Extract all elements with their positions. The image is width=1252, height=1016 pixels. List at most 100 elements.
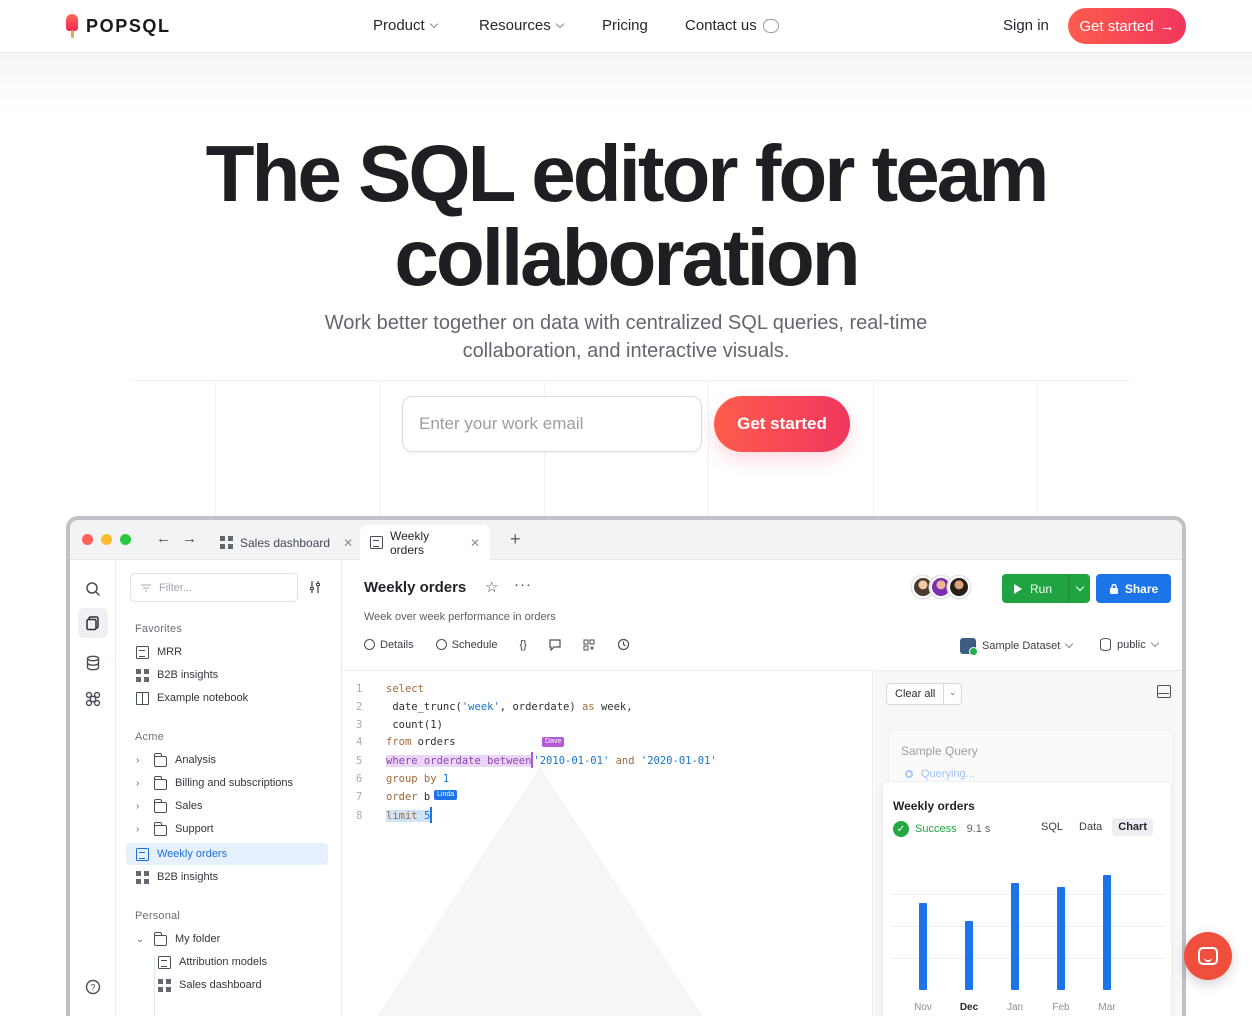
tab-label: Sales dashboard	[240, 535, 331, 550]
sidebar-item-label: My folder	[175, 933, 221, 945]
close-tab-icon[interactable]: ✕	[343, 536, 353, 550]
chart-bar[interactable]	[1057, 886, 1065, 990]
chart-bar[interactable]	[1011, 883, 1019, 990]
integrations-icon[interactable]	[82, 688, 104, 710]
document-icon	[370, 536, 383, 549]
sidebar-item-b2b-insights-acme[interactable]: B2B insights	[126, 866, 328, 888]
nav-pricing[interactable]: Pricing	[602, 17, 648, 34]
sidebar-item-b2b-insights[interactable]: B2B insights	[126, 664, 328, 686]
sidebar-item-support[interactable]: › Support	[126, 818, 328, 840]
share-button[interactable]: Share	[1096, 574, 1171, 603]
query-description: Week over week performance in orders	[364, 611, 556, 623]
schema-label: public	[1117, 638, 1146, 651]
chart-x-tick-label: Feb	[1052, 1002, 1070, 1013]
more-options-icon[interactable]: ···	[514, 576, 532, 593]
intercom-chat-launcher[interactable]	[1184, 932, 1232, 980]
close-window-dot[interactable]	[82, 534, 93, 545]
get-started-hero-button[interactable]: Get started	[714, 396, 850, 452]
code-line: 3 count(1)	[356, 717, 717, 735]
filter-placeholder: Filter...	[159, 581, 193, 594]
chart-gridline	[891, 958, 1165, 959]
work-email-input[interactable]	[402, 396, 702, 452]
tab-data[interactable]: Data	[1073, 818, 1108, 836]
run-options-chevron-icon[interactable]	[1068, 574, 1090, 603]
close-tab-icon[interactable]: ✕	[470, 536, 480, 550]
nav-resources[interactable]: Resources	[479, 17, 564, 34]
queries-icon[interactable]	[78, 608, 108, 638]
sidebar-item-attribution-models[interactable]: Attribution models	[148, 951, 328, 973]
nav-product[interactable]: Product	[373, 17, 438, 34]
filter-input[interactable]: Filter...	[130, 573, 298, 602]
chart-x-tick-label: Jan	[1006, 1002, 1024, 1013]
folder-icon	[154, 752, 167, 767]
popsicle-icon	[66, 14, 78, 38]
search-icon[interactable]	[82, 578, 104, 600]
sql-editor[interactable]: 1 select 2 date_trunc('week', orderdate) …	[342, 670, 873, 1016]
nav-contact-us[interactable]: Contact us	[685, 14, 779, 34]
linda-cursor-tag: Linda	[434, 790, 458, 800]
schedule-button[interactable]: Schedule	[435, 639, 498, 651]
sliders-icon[interactable]	[308, 580, 322, 597]
sidebar-item-sales-dashboard[interactable]: Sales dashboard	[148, 974, 328, 996]
chevron-down-icon: ⌄	[136, 933, 145, 945]
maximize-window-dot[interactable]	[120, 534, 131, 545]
line-number: 5	[356, 755, 363, 768]
sample-query-card[interactable]: Sample Query Querying...	[888, 729, 1174, 789]
back-arrow-icon[interactable]: ←	[156, 530, 171, 547]
sidebar-item-sales[interactable]: › Sales	[126, 795, 328, 817]
variables-braces-icon[interactable]: {}	[520, 639, 527, 651]
tab-chart[interactable]: Chart	[1112, 818, 1153, 836]
chat-icon	[1198, 947, 1218, 965]
dave-cursor-tag: Dave	[542, 737, 565, 747]
clock-icon	[435, 639, 447, 650]
favorites-heading: Favorites	[135, 623, 183, 635]
hero-subtitle: Work better together on data with centra…	[324, 312, 928, 362]
help-icon[interactable]: ?	[82, 976, 104, 998]
comment-icon[interactable]	[549, 638, 561, 651]
sign-in-link[interactable]: Sign in	[1003, 17, 1049, 34]
sidebar-item-billing[interactable]: › Billing and subscriptions	[126, 772, 328, 794]
popsql-logo[interactable]: POPSQL	[66, 14, 171, 38]
clear-all-button[interactable]: Clear all ⌄	[886, 683, 962, 705]
nav-resources-label: Resources	[479, 17, 551, 34]
query-main-area: Weekly orders ☆ ··· Week over week perfo…	[342, 560, 1182, 1016]
database-icon[interactable]	[82, 652, 104, 674]
query-title[interactable]: Weekly orders	[364, 579, 466, 596]
panel-layout-icon[interactable]	[1157, 685, 1171, 698]
minimize-window-dot[interactable]	[101, 534, 112, 545]
code-line: 8 limit 5	[356, 806, 717, 826]
history-icon[interactable]	[617, 638, 630, 651]
querying-status: Querying...	[921, 768, 975, 780]
chevron-down-icon[interactable]: ⌄	[949, 687, 957, 698]
line-number: 2	[356, 700, 363, 713]
sidebar-item-label: B2B insights	[157, 871, 219, 883]
query-duration: 9.1 s	[966, 823, 991, 835]
tab-sales-dashboard[interactable]: Sales dashboard ✕	[210, 525, 363, 560]
weekly-orders-result-card: Weekly orders ✓ Success 9.1 s SQL Data Cha…	[882, 781, 1172, 1016]
document-icon	[158, 955, 171, 969]
star-icon[interactable]: ☆	[485, 578, 498, 596]
sidebar-item-example-notebook[interactable]: Example notebook	[126, 687, 328, 709]
avatar[interactable]	[948, 576, 970, 598]
document-icon	[136, 645, 149, 659]
sidebar-item-my-folder[interactable]: ⌄ My folder	[126, 928, 328, 950]
details-button[interactable]: Details	[364, 639, 414, 651]
get-started-nav-button[interactable]: Get started →	[1068, 8, 1186, 44]
arrow-right-icon: →	[1159, 17, 1175, 35]
sidebar-item-mrr[interactable]: MRR	[126, 641, 328, 663]
schema-selector[interactable]: public	[1100, 638, 1159, 651]
chart-bar[interactable]	[965, 920, 973, 990]
run-button[interactable]: Run	[1002, 574, 1090, 603]
acme-heading: Acme	[135, 731, 164, 743]
chart-bar[interactable]	[1103, 874, 1111, 990]
chart-bar[interactable]	[919, 902, 927, 990]
forward-arrow-icon[interactable]: →	[182, 530, 197, 547]
tab-weekly-orders[interactable]: Weekly orders ✕	[360, 525, 490, 560]
new-tab-plus-icon[interactable]: +	[510, 529, 521, 550]
tab-sql[interactable]: SQL	[1035, 818, 1069, 836]
sidebar-item-analysis[interactable]: › Analysis	[126, 749, 328, 771]
add-widget-icon[interactable]	[583, 639, 595, 651]
sidebar-item-weekly-orders[interactable]: Weekly orders	[126, 843, 328, 865]
dataset-selector[interactable]: Sample Dataset	[960, 638, 1074, 656]
sql-code[interactable]: 1 select 2 date_trunc('week', orderdate) …	[356, 681, 717, 825]
